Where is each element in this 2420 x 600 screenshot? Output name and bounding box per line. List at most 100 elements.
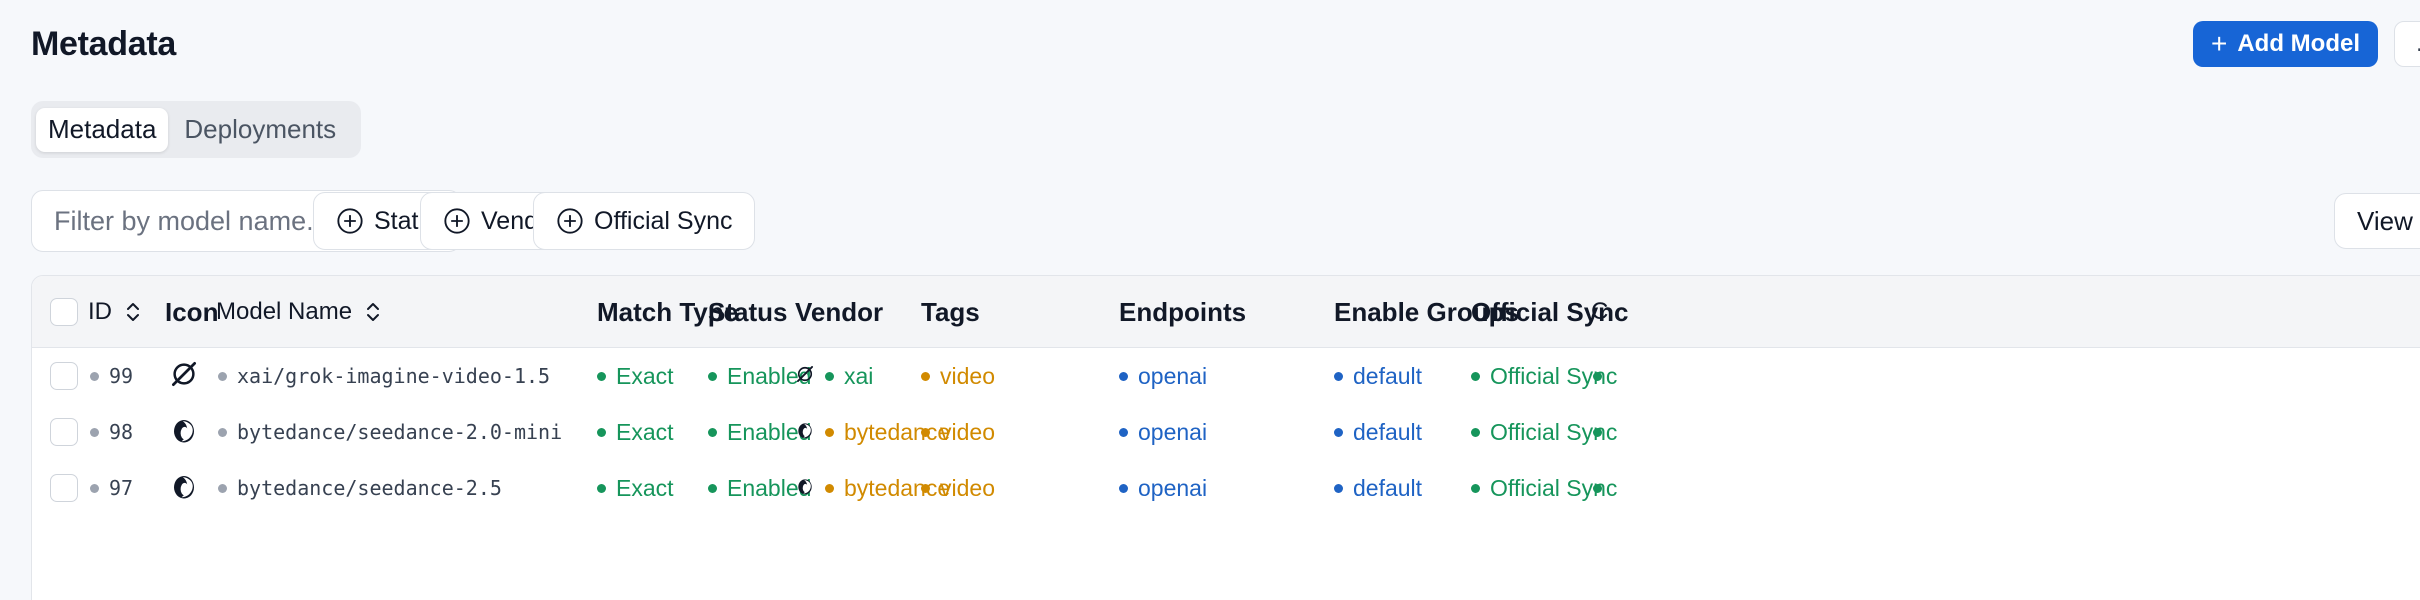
add-model-button[interactable]: + Add Model <box>2193 21 2378 67</box>
id-dot <box>90 427 99 437</box>
add-model-label: Add Model <box>2237 30 2360 57</box>
vendor-dot <box>825 427 834 437</box>
row-checkbox[interactable] <box>50 418 78 446</box>
status-dot <box>708 371 717 381</box>
tab-metadata[interactable]: Metadata <box>36 107 169 152</box>
column-header-vendor-label: Vendor <box>795 296 884 327</box>
endpoint-dot <box>1119 371 1128 381</box>
official-sync-filter-label: Official Sync <box>594 206 733 235</box>
id-cell: 97 <box>90 445 133 531</box>
endpoint-label: openai <box>1138 362 1208 389</box>
bytedance-logo-icon <box>174 475 194 498</box>
view-tabs: Metadata Deployments <box>31 101 361 158</box>
group-dot <box>1334 427 1343 437</box>
endpoint-label: openai <box>1138 474 1208 501</box>
row-select-cell <box>50 445 78 531</box>
bytedance-logo-icon <box>798 478 812 494</box>
status-dot <box>708 427 717 437</box>
model-name: xai/grok-imagine-video-1.5 <box>237 364 551 388</box>
match-type-dot <box>597 371 606 381</box>
page-title: Metadata <box>31 25 176 63</box>
vendor-dot <box>825 371 834 381</box>
more-actions-label: … <box>2415 30 2420 58</box>
model-name-dot <box>218 371 227 381</box>
model-name-dot <box>218 483 227 493</box>
column-header-endpoints-label: Endpoints <box>1119 296 1247 327</box>
column-header-model-name-label: Model Name <box>216 298 353 325</box>
official-sync-dot <box>1471 483 1480 493</box>
plus-circle-icon <box>337 208 363 234</box>
next-column-cell <box>1593 445 1602 531</box>
plus-icon: + <box>2210 28 2228 59</box>
official-sync-filter-button[interactable]: Official Sync <box>533 192 756 250</box>
group-label: default <box>1353 474 1423 501</box>
match-type-badge: Exact <box>597 445 674 531</box>
view-options-button[interactable]: View <box>2334 193 2420 249</box>
next-column-dot <box>1593 371 1602 381</box>
tag-badge: video <box>921 445 995 531</box>
match-type-label: Exact <box>616 418 674 445</box>
tab-metadata-label: Metadata <box>48 114 157 144</box>
sort-icon[interactable] <box>364 299 382 325</box>
tag-dot <box>921 371 930 381</box>
vendor-icon <box>795 475 815 502</box>
models-table: ID Icon Model Name Match Type Status Ven… <box>31 275 2420 600</box>
tab-deployments-label: Deployments <box>184 114 337 144</box>
column-header-id-label: ID <box>88 298 112 325</box>
sort-icon[interactable] <box>124 299 142 325</box>
vendor-icon <box>795 363 815 390</box>
more-actions-button[interactable]: … <box>2394 21 2420 67</box>
match-type-dot <box>597 483 606 493</box>
column-header-icon-label: Icon <box>165 296 219 327</box>
tag-label: video <box>940 418 995 445</box>
tag-label: video <box>940 362 995 389</box>
table-row[interactable]: 97 bytedance/seedance-2.5 Exact Enabled … <box>32 445 2420 531</box>
group-dot <box>1334 371 1343 381</box>
row-checkbox[interactable] <box>50 362 78 390</box>
next-column-dot <box>1593 427 1602 437</box>
id-dot <box>90 483 99 493</box>
vendor-icon <box>795 419 815 446</box>
model-name: bytedance/seedance-2.0-mini <box>237 420 563 444</box>
plus-circle-icon <box>557 208 583 234</box>
model-name-dot <box>218 427 227 437</box>
vendor-label: xai <box>844 362 874 389</box>
id-dot <box>90 371 99 381</box>
match-type-label: Exact <box>616 474 674 501</box>
model-name: bytedance/seedance-2.5 <box>237 476 502 500</box>
endpoint-dot <box>1119 483 1128 493</box>
bytedance-logo-icon <box>798 422 812 438</box>
view-options-label: View <box>2357 205 2413 236</box>
select-all-checkbox[interactable] <box>50 298 78 326</box>
official-sync-dot <box>1471 427 1480 437</box>
match-type-dot <box>597 427 606 437</box>
status-dot <box>708 483 717 493</box>
endpoint-badge: openai <box>1119 445 1207 531</box>
group-badge: default <box>1334 445 1422 531</box>
plus-circle-icon <box>444 208 470 234</box>
endpoint-label: openai <box>1138 418 1208 445</box>
icon-cell <box>169 445 199 531</box>
vendor-dot <box>825 483 834 493</box>
row-checkbox[interactable] <box>50 474 78 502</box>
bytedance-logo-icon <box>174 419 194 442</box>
tag-dot <box>921 483 930 493</box>
model-icon <box>169 471 199 506</box>
group-label: default <box>1353 418 1423 445</box>
model-name-cell[interactable]: bytedance/seedance-2.5 <box>218 445 502 531</box>
model-id: 98 <box>109 420 134 444</box>
tab-deployments[interactable]: Deployments <box>172 108 348 152</box>
xai-logo-icon <box>172 361 196 386</box>
tag-dot <box>921 427 930 437</box>
model-id: 97 <box>109 476 134 500</box>
endpoint-dot <box>1119 427 1128 437</box>
group-label: default <box>1353 362 1423 389</box>
next-column-dot <box>1593 483 1602 493</box>
match-type-label: Exact <box>616 362 674 389</box>
xai-logo-icon <box>797 365 813 382</box>
official-sync-dot <box>1471 371 1480 381</box>
column-header-next-label: C <box>1591 298 1609 325</box>
column-header-status-label: Status <box>708 296 788 327</box>
model-id: 99 <box>109 364 134 388</box>
tag-label: video <box>940 474 995 501</box>
